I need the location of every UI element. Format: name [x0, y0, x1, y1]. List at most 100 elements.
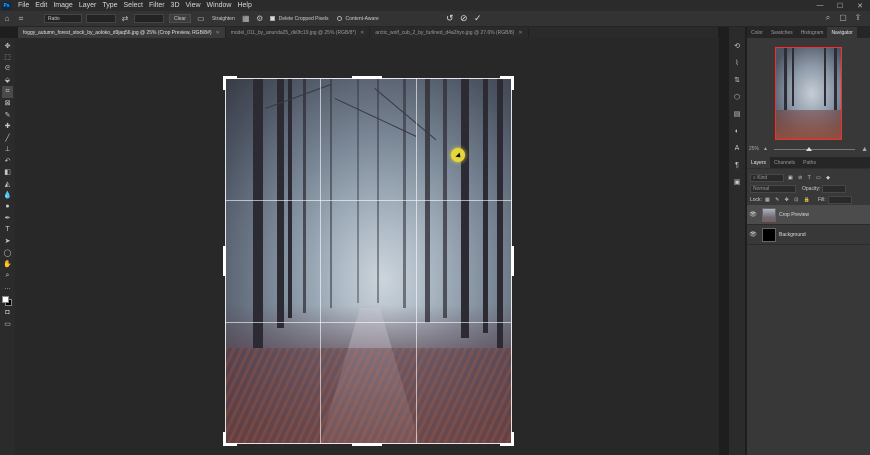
clone-stamp-tool-icon[interactable]: ⊥: [2, 144, 13, 156]
crop-handle-bottom-left[interactable]: [223, 432, 226, 446]
search-icon[interactable]: ⌕: [822, 13, 834, 24]
menu-image[interactable]: Image: [50, 2, 75, 9]
paint-bucket-tool-icon[interactable]: ◭: [2, 178, 13, 190]
photoshop-logo-icon[interactable]: Ps: [2, 1, 11, 10]
visibility-eye-icon[interactable]: 👁: [747, 211, 759, 218]
paragraph-panel-icon[interactable]: ¶: [731, 158, 743, 172]
crop-handle-left[interactable]: [223, 246, 226, 276]
tab-foggy-forest[interactable]: foggy_autumn_forest_stock_by_aoloko_d9ja…: [18, 27, 226, 38]
close-button[interactable]: ✕: [850, 0, 870, 11]
screen-mode-icon[interactable]: ▭: [2, 319, 13, 331]
healing-brush-tool-icon[interactable]: ✚: [2, 121, 13, 133]
path-selection-tool-icon[interactable]: ➤: [2, 236, 13, 248]
zoom-out-icon[interactable]: ▲: [763, 146, 768, 152]
brush-settings-icon[interactable]: ⌇: [731, 56, 743, 70]
eyedropper-tool-icon[interactable]: ✎: [2, 109, 13, 121]
foreground-color-swatch[interactable]: [2, 296, 9, 303]
share-icon[interactable]: ⇪: [852, 13, 864, 24]
zoom-slider-knob[interactable]: [806, 146, 813, 151]
layer-row-crop-preview[interactable]: 👁 Crop Preview: [747, 205, 870, 225]
commit-checkmark-icon[interactable]: ✓: [471, 13, 485, 24]
close-icon[interactable]: ✕: [216, 30, 220, 36]
opacity-field[interactable]: [822, 184, 847, 193]
crop-handle-top-left[interactable]: [223, 76, 226, 90]
canvas-area[interactable]: [15, 38, 719, 455]
crop-handle-bottom[interactable]: [352, 443, 382, 446]
blend-mode-dropdown[interactable]: Normal: [750, 184, 796, 193]
menu-window[interactable]: Window: [204, 2, 235, 9]
menu-3d[interactable]: 3D: [168, 2, 183, 9]
marquee-tool-icon[interactable]: ⬚: [2, 52, 13, 64]
tab-histogram[interactable]: Histogram: [797, 27, 828, 38]
history-panel-icon[interactable]: ⟲: [731, 39, 743, 53]
zoom-slider[interactable]: [773, 146, 856, 151]
tab-model[interactable]: model_011_by_anunda25_dk0fc19.jpg @ 25% …: [226, 27, 371, 38]
properties-icon[interactable]: ◐: [731, 124, 743, 138]
crop-tool-icon[interactable]: ⌗: [2, 86, 13, 98]
tab-arctic-wolf[interactable]: arctic_wolf_cub_2_by_furlined_d4a2hyo.jp…: [370, 27, 529, 38]
ellipse-tool-icon[interactable]: ◯: [2, 247, 13, 259]
height-field[interactable]: [134, 14, 164, 23]
adjustments-icon[interactable]: ⇅: [731, 73, 743, 87]
document-image[interactable]: [225, 78, 512, 444]
ratio-dropdown[interactable]: Ratio: [44, 14, 82, 23]
quick-mask-icon[interactable]: ◘: [2, 307, 13, 319]
zoom-in-icon[interactable]: ▲: [861, 146, 868, 153]
move-tool-icon[interactable]: ✥: [2, 40, 13, 52]
overlay-grid-icon[interactable]: ▦: [239, 14, 253, 23]
crop-handle-right[interactable]: [511, 246, 514, 276]
content-aware-checkbox[interactable]: [336, 16, 342, 21]
history-brush-tool-icon[interactable]: ↶: [2, 155, 13, 167]
crop-handle-top[interactable]: [352, 76, 382, 79]
home-icon[interactable]: ⌂: [0, 14, 14, 23]
swap-icon[interactable]: ⇄: [118, 14, 132, 23]
tab-navigator[interactable]: Navigator: [827, 27, 857, 38]
menu-view[interactable]: View: [183, 2, 204, 9]
straighten-icon[interactable]: ▭: [194, 14, 208, 23]
styles-panel-icon[interactable]: ▣: [731, 175, 743, 189]
zoom-tool-icon[interactable]: ⌕: [2, 270, 13, 282]
dodge-tool-icon[interactable]: ●: [2, 201, 13, 213]
blur-tool-icon[interactable]: 💧: [2, 190, 13, 202]
zoom-value[interactable]: 25%: [749, 146, 759, 152]
libraries-icon[interactable]: ▤: [731, 107, 743, 121]
cancel-icon[interactable]: ⊘: [457, 13, 471, 24]
type-tool-icon[interactable]: T: [2, 224, 13, 236]
frame-tool-icon[interactable]: ⊠: [2, 98, 13, 110]
menu-select[interactable]: Select: [121, 2, 146, 9]
tab-paths[interactable]: Paths: [799, 157, 820, 168]
lasso-tool-icon[interactable]: ᘓ: [2, 63, 13, 75]
menu-edit[interactable]: Edit: [32, 2, 50, 9]
maximize-button[interactable]: ☐: [830, 0, 850, 11]
layer-name[interactable]: Background: [779, 232, 806, 238]
gear-icon[interactable]: ⚙: [253, 14, 267, 23]
object-selection-tool-icon[interactable]: ⬙: [2, 75, 13, 87]
reset-icon[interactable]: ↺: [443, 13, 457, 24]
menu-type[interactable]: Type: [99, 2, 120, 9]
layer-name[interactable]: Crop Preview: [779, 212, 809, 218]
crop-handle-bottom-right[interactable]: [511, 432, 514, 446]
brush-tool-icon[interactable]: ╱: [2, 132, 13, 144]
menu-layer[interactable]: Layer: [76, 2, 100, 9]
hand-tool-icon[interactable]: ✋: [2, 259, 13, 271]
crop-handle-top-right[interactable]: [511, 76, 514, 90]
delete-cropped-checkbox[interactable]: [269, 16, 275, 21]
3d-panel-icon[interactable]: ⬡: [731, 90, 743, 104]
more-tools-icon[interactable]: …: [2, 282, 13, 294]
close-icon[interactable]: ✕: [360, 30, 364, 36]
layer-kind-filter[interactable]: ⌕ Kind: [750, 173, 784, 182]
tab-swatches[interactable]: Swatches: [767, 27, 797, 38]
menu-help[interactable]: Help: [234, 2, 254, 9]
color-swatches[interactable]: [1, 295, 14, 307]
menu-file[interactable]: File: [15, 2, 32, 9]
fill-field[interactable]: [827, 195, 852, 204]
menu-filter[interactable]: Filter: [146, 2, 168, 9]
workspace-icon[interactable]: ▢: [837, 13, 849, 24]
minimize-button[interactable]: —: [810, 0, 830, 11]
width-field[interactable]: [86, 14, 116, 23]
tab-channels[interactable]: Channels: [770, 157, 799, 168]
clear-button[interactable]: Clear: [169, 14, 191, 23]
close-icon[interactable]: ✕: [518, 30, 522, 36]
filter-type-icons[interactable]: ▣ ⊘ T ▭ ◆: [788, 175, 832, 181]
tab-color[interactable]: Color: [747, 27, 767, 38]
